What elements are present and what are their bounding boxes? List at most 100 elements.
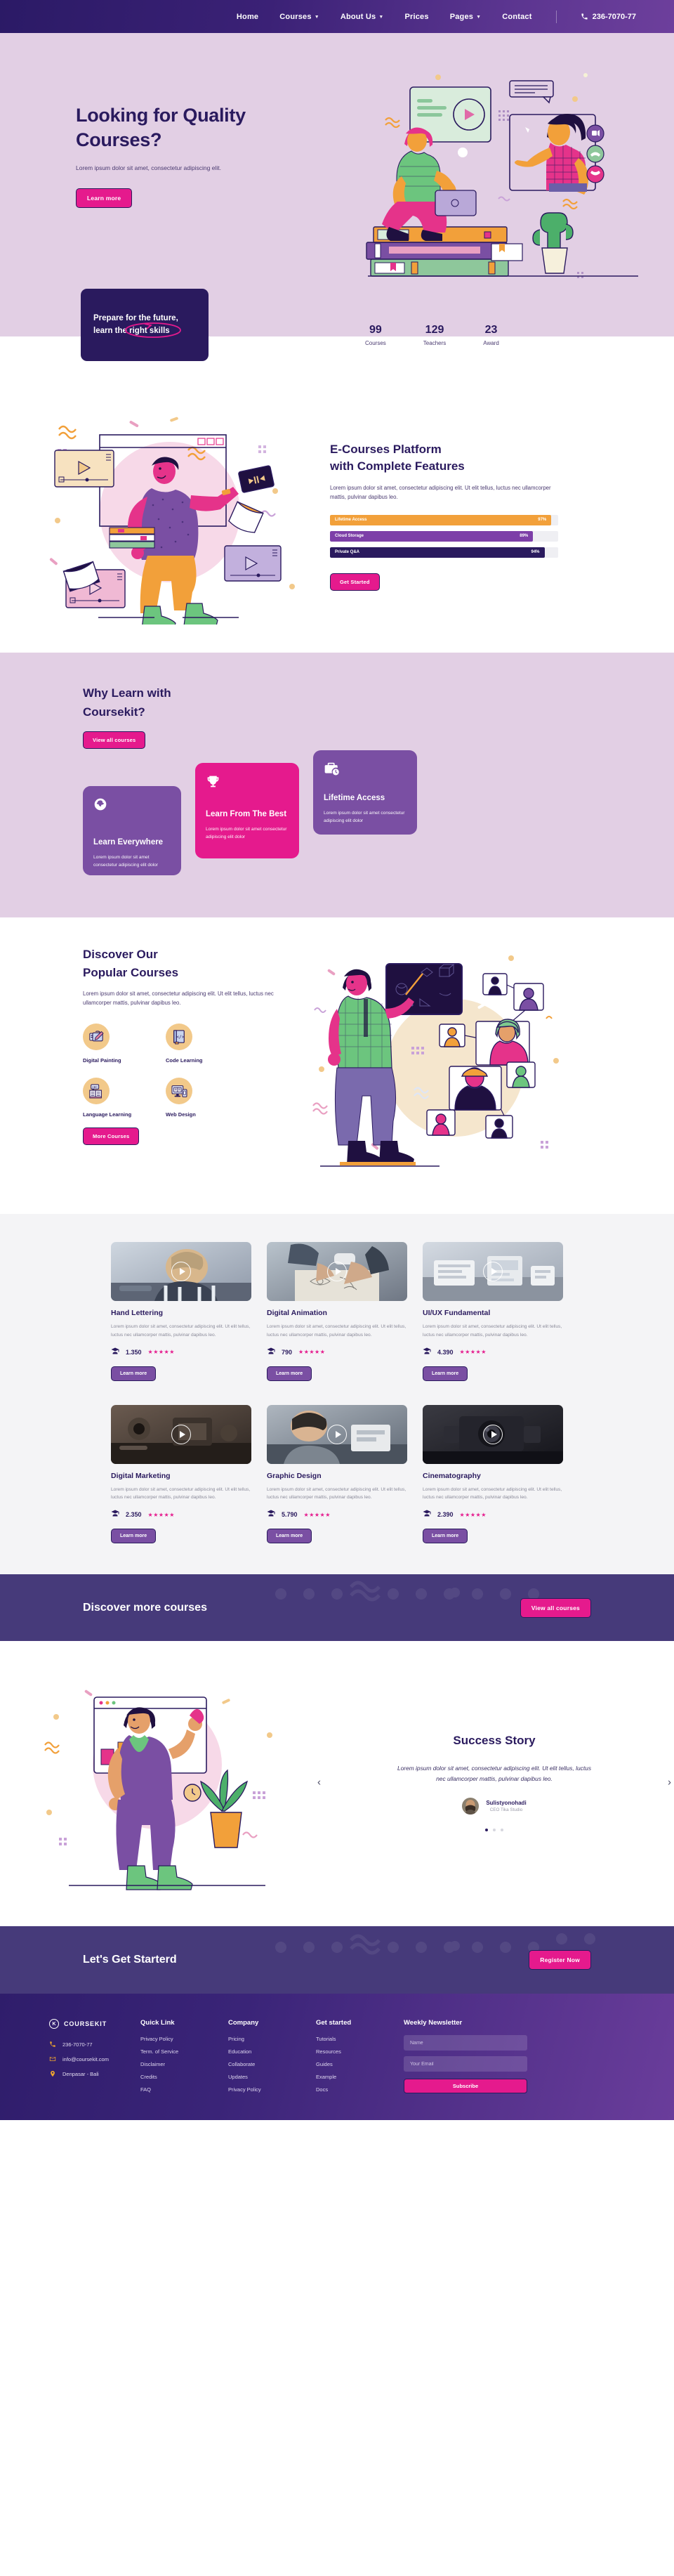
category-digital-painting[interactable]: Digital Painting — [83, 1024, 146, 1064]
course-card-digital-marketing[interactable]: Digital Marketing Lorem ipsum dolor sit … — [111, 1404, 251, 1544]
category-web-design[interactable]: Web Design — [166, 1078, 229, 1118]
view-all-courses-button[interactable]: View all courses — [83, 731, 146, 750]
course-meta: 5.790 ★★★★★ — [267, 1508, 407, 1521]
banner-view-all-courses-button[interactable]: View all courses — [520, 1597, 591, 1618]
why-card-lifetime-access[interactable]: Lifetime Access Lorem ipsum dolor sit am… — [313, 750, 417, 835]
progress-label: Cloud Storage — [335, 534, 364, 538]
more-courses-button[interactable]: More Courses — [83, 1127, 140, 1146]
trophy-icon — [206, 774, 289, 792]
footer-link[interactable]: Term. of Service — [140, 2048, 228, 2055]
course-learn-more-button[interactable]: Learn more — [267, 1366, 312, 1381]
newsletter-subscribe-button[interactable]: Subscribe — [404, 2079, 527, 2094]
why-card-text: Lorem ipsum dolor sit amet consectetur a… — [206, 827, 287, 840]
course-title: Digital Marketing — [111, 1471, 171, 1480]
nav-label: Pages — [449, 12, 474, 21]
play-button[interactable] — [171, 1424, 191, 1444]
progress-label: Private Q&A — [335, 550, 360, 554]
carousel-dot-1[interactable] — [485, 1828, 488, 1831]
hero-section: Looking for Quality Courses? Lorem ipsum… — [0, 33, 674, 308]
nav-item-contact[interactable]: Contact — [502, 13, 531, 21]
course-thumbnail[interactable] — [111, 1404, 251, 1464]
category-code-learning[interactable]: </> Code Learning — [166, 1024, 229, 1064]
footer-link[interactable]: Disclaimer — [140, 2061, 228, 2067]
footer-link[interactable]: Privacy Policy — [140, 2036, 228, 2042]
nav-item-home[interactable]: Home — [237, 13, 258, 21]
course-thumbnail[interactable] — [267, 1404, 407, 1464]
nav-item-pages[interactable]: Pages ▼ — [450, 13, 482, 21]
play-button[interactable] — [327, 1424, 347, 1444]
chevron-down-icon: ▼ — [378, 15, 384, 20]
why-card-learn-everywhere[interactable]: Learn Everywhere Lorem ipsum dolor sit a… — [83, 786, 181, 876]
footer-phone[interactable]: 236-7070-77 — [49, 2041, 140, 2048]
footer-link[interactable]: Education — [228, 2048, 316, 2055]
rating-stars: ★★★★★ — [298, 1349, 326, 1356]
course-card-cinematography[interactable]: Cinematography Lorem ipsum dolor sit ame… — [423, 1404, 563, 1544]
newsletter-email-input[interactable] — [404, 2056, 527, 2072]
why-card-text: Lorem ipsum dolor sit amet consectetur a… — [93, 855, 158, 868]
carousel-prev-button[interactable]: ‹ — [317, 1777, 321, 1789]
course-learn-more-button[interactable]: Learn more — [423, 1529, 468, 1544]
play-button[interactable] — [171, 1262, 191, 1282]
course-learn-more-button[interactable]: Learn more — [111, 1366, 157, 1381]
progress-value: 94% — [531, 550, 540, 554]
course-card-hand-lettering[interactable]: Hand Lettering Lorem ipsum dolor sit ame… — [111, 1242, 251, 1381]
course-thumbnail[interactable] — [111, 1242, 251, 1302]
footer-column-company: Company Pricing Education Collaborate Up… — [228, 2019, 316, 2099]
popular-courses-copy: Discover Our Popular Courses Lorem ipsum… — [0, 946, 302, 1182]
nav-item-courses[interactable]: Courses ▼ — [279, 13, 319, 21]
carousel-next-button[interactable]: › — [668, 1777, 671, 1789]
footer-email[interactable]: info@coursekit.com — [49, 2055, 140, 2062]
footer-link[interactable]: Tutorials — [316, 2036, 404, 2042]
footer-link[interactable]: Credits — [140, 2074, 228, 2080]
carousel-dot-3[interactable] — [501, 1828, 503, 1831]
nav-phone[interactable]: 236-7070-77 — [581, 13, 636, 21]
course-meta: 2.390 ★★★★★ — [423, 1508, 563, 1521]
rating-stars: ★★★★★ — [303, 1511, 331, 1518]
get-started-button[interactable]: Get Started — [330, 573, 380, 591]
course-description: Lorem ipsum dolor sit amet, consectetur … — [423, 1324, 562, 1338]
newsletter-name-input[interactable] — [404, 2035, 527, 2051]
course-learn-more-button[interactable]: Learn more — [423, 1366, 468, 1381]
footer-link[interactable]: Docs — [316, 2086, 404, 2093]
carousel-dot-2[interactable] — [493, 1828, 496, 1831]
course-card-graphic-design[interactable]: Graphic Design Lorem ipsum dolor sit ame… — [267, 1404, 407, 1544]
course-thumbnail[interactable] — [423, 1242, 563, 1302]
why-card-learn-from-the-best[interactable]: Learn From The Best Lorem ipsum dolor si… — [195, 763, 299, 859]
course-learn-more-button[interactable]: Learn more — [267, 1529, 312, 1544]
footer-link[interactable]: Example — [316, 2074, 404, 2080]
progress-row-private-qa: Private Q&A 94% — [330, 547, 558, 558]
circle-annotation-icon — [125, 322, 182, 338]
why-card-title: Learn From The Best — [206, 810, 287, 819]
course-learn-more-button[interactable]: Learn more — [111, 1529, 157, 1544]
success-title: Success Story — [453, 1733, 536, 1747]
course-description: Lorem ipsum dolor sit amet, consectetur … — [111, 1324, 251, 1338]
popular-courses-title: Discover Our Popular Courses — [83, 946, 302, 981]
footer-link[interactable]: Privacy Policy — [228, 2086, 316, 2093]
footer-link[interactable]: Collaborate — [228, 2061, 316, 2067]
course-title: UI/UX Fundamental — [423, 1309, 491, 1318]
category-language-learning[interactable]: ABC Language Learning — [83, 1078, 146, 1118]
footer-link[interactable]: Resources — [316, 2048, 404, 2055]
progress-fill: Private Q&A 94% — [330, 547, 545, 558]
course-thumbnail[interactable] — [423, 1404, 563, 1464]
play-button[interactable] — [327, 1262, 347, 1282]
rating-stars: ★★★★★ — [459, 1511, 487, 1518]
cta-title: Let's Get Starterd — [83, 1954, 177, 1966]
hero-learn-more-button[interactable]: Learn more — [76, 188, 133, 208]
footer-link[interactable]: Guides — [316, 2061, 404, 2067]
course-card-uiux-fundamental[interactable]: UI/UX Fundamental Lorem ipsum dolor sit … — [423, 1242, 563, 1381]
nav-item-prices[interactable]: Prices — [404, 13, 428, 21]
popular-title-line2: Popular Courses — [83, 965, 179, 979]
course-thumbnail[interactable] — [267, 1242, 407, 1302]
code-book-icon: </> — [166, 1024, 192, 1051]
footer-link[interactable]: Updates — [228, 2074, 316, 2080]
play-button[interactable] — [483, 1262, 503, 1282]
nav-item-about-us[interactable]: About Us ▼ — [341, 13, 384, 21]
footer-link[interactable]: Pricing — [228, 2036, 316, 2042]
play-button[interactable] — [483, 1424, 503, 1444]
ecourses-illustration — [14, 407, 323, 629]
register-now-button[interactable]: Register Now — [529, 1950, 591, 1970]
course-card-digital-animation[interactable]: Digital Animation Lorem ipsum dolor sit … — [267, 1242, 407, 1381]
footer-link[interactable]: FAQ — [140, 2086, 228, 2093]
why-learn-header: Why Learn with Coursekit? View all cours… — [0, 684, 674, 750]
